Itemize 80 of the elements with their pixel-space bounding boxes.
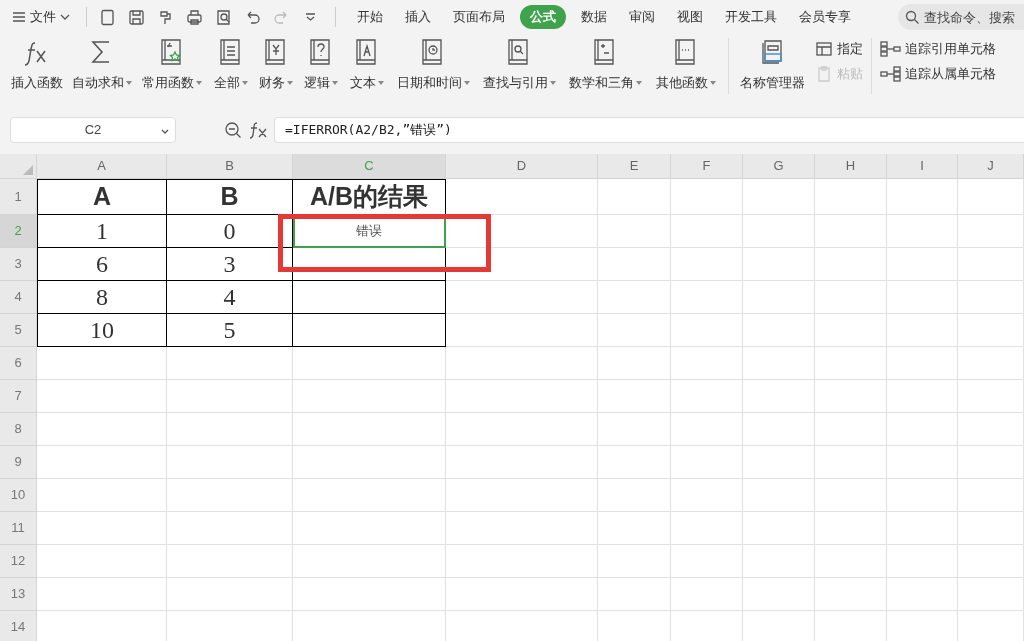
table-cell[interactable]: A: [37, 179, 167, 215]
column-header[interactable]: I: [887, 154, 958, 179]
table-icon: [815, 40, 833, 59]
ribbon-tab[interactable]: 会员专享: [791, 7, 859, 27]
chevron-down-icon: [161, 129, 169, 134]
ribbon-button[interactable]: 常用函数: [136, 34, 208, 93]
ribbon-button[interactable]: 逻辑: [298, 34, 344, 93]
search-icon: [905, 10, 920, 25]
ribbon-button[interactable]: 文本: [344, 34, 390, 93]
ribbon-button[interactable]: 全部: [208, 34, 253, 93]
row-header[interactable]: 9: [0, 446, 37, 479]
column-header[interactable]: B: [167, 154, 293, 179]
row-header[interactable]: 14: [0, 611, 37, 641]
table-cell[interactable]: [293, 281, 446, 314]
column-header[interactable]: E: [598, 154, 671, 179]
table-cell[interactable]: 10: [37, 314, 167, 347]
ribbon-button[interactable]: 财务: [253, 34, 298, 93]
ribbon-tab[interactable]: 数据: [573, 7, 615, 27]
row-header[interactable]: 7: [0, 380, 37, 413]
ribbon-tab[interactable]: 开始: [349, 7, 391, 27]
table-cell[interactable]: [293, 248, 446, 281]
ribbon-button[interactable]: 指定: [815, 40, 863, 59]
table-cell[interactable]: 0: [167, 215, 293, 248]
name-box[interactable]: C2: [10, 117, 176, 143]
ribbon-tab[interactable]: 页面布局: [445, 7, 513, 27]
table-cell[interactable]: 6: [37, 248, 167, 281]
row-header[interactable]: 1: [0, 179, 37, 215]
select-all-icon[interactable]: [23, 165, 33, 175]
table-cell[interactable]: 错误: [293, 215, 446, 248]
trace-precedents-icon: [880, 40, 902, 59]
ribbon-tab[interactable]: 视图: [669, 7, 711, 27]
column-header[interactable]: J: [958, 154, 1024, 179]
function-icon[interactable]: [248, 121, 268, 139]
column-header[interactable]: A: [37, 154, 167, 179]
column-header[interactable]: D: [446, 154, 598, 179]
table-cell[interactable]: 8: [37, 281, 167, 314]
clipboard-icon: [815, 65, 833, 84]
ribbon-tab[interactable]: 开发工具: [717, 7, 785, 27]
menu-icon: [12, 11, 26, 23]
ribbon-button[interactable]: 日期和时间: [390, 34, 476, 93]
formula-field[interactable]: =IFERROR(A2/B2,”错误”): [274, 117, 1024, 143]
save-icon[interactable]: [128, 8, 145, 26]
zoom-icon[interactable]: [224, 121, 242, 139]
table-cell[interactable]: B: [167, 179, 293, 215]
table-cell[interactable]: 5: [167, 314, 293, 347]
column-header[interactable]: G: [743, 154, 815, 179]
ribbon-button[interactable]: 数学和三角: [562, 34, 648, 93]
table-cell[interactable]: 4: [167, 281, 293, 314]
row-header[interactable]: 13: [0, 578, 37, 611]
ribbon-button[interactable]: 名称管理器: [733, 34, 811, 93]
table-cell[interactable]: 3: [167, 248, 293, 281]
file-menu[interactable]: 文件: [12, 7, 78, 27]
ribbon-button[interactable]: 自动求和: [68, 34, 136, 93]
new-file-icon[interactable]: [99, 8, 116, 26]
row-header[interactable]: 6: [0, 347, 37, 380]
column-header[interactable]: H: [815, 154, 887, 179]
table-cell[interactable]: 1: [37, 215, 167, 248]
search-field[interactable]: 查找命令、搜索: [898, 4, 1024, 30]
ribbon-button[interactable]: 其他函数: [648, 34, 724, 93]
ribbon-tab[interactable]: 审阅: [621, 7, 663, 27]
ribbon-button[interactable]: 插入函数: [6, 34, 68, 93]
chevron-down-icon: [60, 14, 70, 20]
ribbon-button[interactable]: 追踪从属单元格: [880, 64, 996, 84]
ribbon-button[interactable]: 查找与引用: [476, 34, 562, 93]
column-header[interactable]: F: [671, 154, 743, 179]
trace-dependents-icon: [880, 65, 902, 84]
table-cell[interactable]: [293, 314, 446, 347]
print-preview-icon[interactable]: [215, 8, 232, 26]
row-header[interactable]: 12: [0, 545, 37, 578]
ribbon-tab[interactable]: 插入: [397, 7, 439, 27]
table-cell[interactable]: A/B的结果: [293, 179, 446, 215]
row-header[interactable]: 5: [0, 314, 37, 347]
printer-icon[interactable]: [186, 8, 203, 26]
row-header[interactable]: 8: [0, 413, 37, 446]
format-painter-icon[interactable]: [157, 8, 174, 26]
row-header[interactable]: 10: [0, 479, 37, 512]
row-header[interactable]: 3: [0, 248, 37, 281]
ribbon-button[interactable]: 追踪引用单元格: [880, 40, 996, 59]
row-header[interactable]: 11: [0, 512, 37, 545]
row-header[interactable]: 4: [0, 281, 37, 314]
